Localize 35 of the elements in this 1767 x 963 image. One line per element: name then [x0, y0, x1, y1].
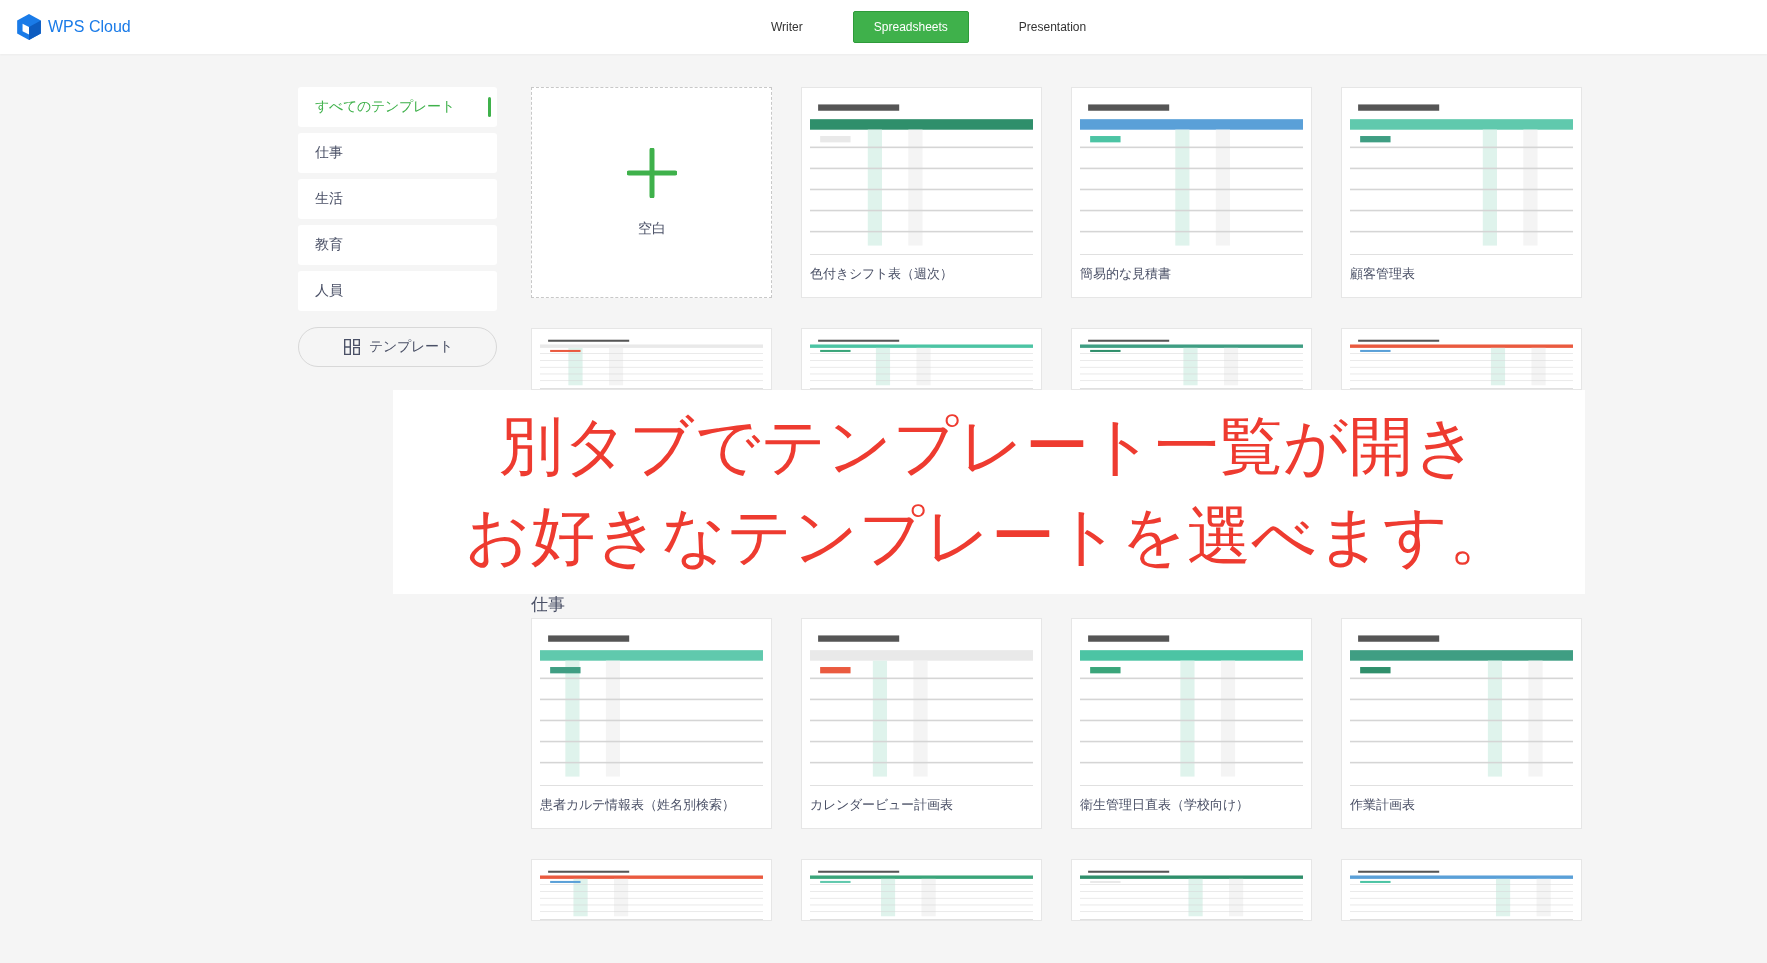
- template-name: 色付きシフト表（週次）: [810, 266, 954, 283]
- template-card[interactable]: [1071, 859, 1312, 921]
- template-card[interactable]: [1341, 328, 1582, 390]
- template-card[interactable]: カレンダービュー計画表: [801, 618, 1042, 829]
- template-card[interactable]: [1341, 859, 1582, 921]
- template-card[interactable]: 患者カルテ情報表（姓名別検索）: [531, 618, 772, 829]
- template-name: 作業計画表: [1350, 797, 1416, 814]
- brand-name: WPS Cloud: [48, 18, 131, 36]
- app-tab[interactable]: Writer: [751, 11, 823, 43]
- cube-logo-icon: [16, 13, 42, 41]
- template-card[interactable]: 顧客管理表: [1341, 87, 1582, 298]
- template-card[interactable]: [531, 859, 772, 921]
- template-card[interactable]: 衛生管理日直表（学校向け）: [1071, 618, 1312, 829]
- category-item[interactable]: 教育: [298, 225, 497, 265]
- caption-text: 別タブでテンプレート一覧が開き: [499, 408, 1479, 486]
- template-name: 患者カルテ情報表（姓名別検索）: [540, 797, 736, 814]
- plus-icon: [626, 147, 677, 198]
- template-name: 顧客管理表: [1350, 266, 1416, 283]
- app-tab[interactable]: Presentation: [998, 11, 1107, 43]
- template-card[interactable]: 簡易的な見積書: [1071, 87, 1312, 298]
- template-card[interactable]: 色付きシフト表（週次）: [801, 87, 1042, 298]
- layout-icon: [342, 338, 361, 356]
- template-name: 衛生管理日直表（学校向け）: [1080, 797, 1250, 814]
- category-item[interactable]: 仕事: [298, 133, 497, 173]
- template-name: カレンダービュー計画表: [810, 797, 954, 814]
- template-card[interactable]: 作業計画表: [1341, 618, 1582, 829]
- category-item[interactable]: 人員: [298, 271, 497, 311]
- section-heading: 仕事: [531, 593, 565, 616]
- category-item[interactable]: 生活: [298, 179, 497, 219]
- caption-text: お好きなテンプレートを選べます。: [465, 498, 1513, 575]
- template-card[interactable]: [801, 859, 1042, 921]
- template-name: 簡易的な見積書: [1080, 266, 1172, 283]
- template-card[interactable]: [1071, 328, 1312, 390]
- template-card[interactable]: [801, 328, 1042, 390]
- blank-template-card[interactable]: 空白: [531, 87, 772, 298]
